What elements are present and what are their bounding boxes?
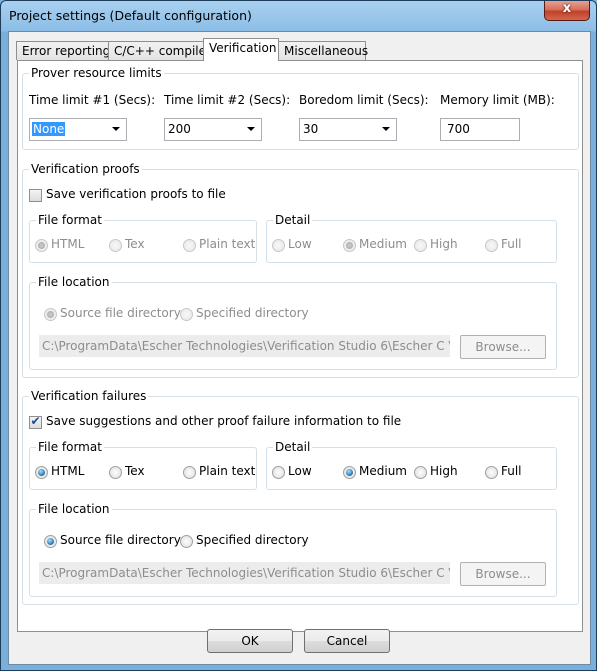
failures-format-plain-radio[interactable] <box>183 466 196 479</box>
ok-button[interactable]: OK <box>207 629 293 653</box>
failures-format-title: File format <box>36 440 104 454</box>
proofs-detail-title: Detail <box>273 213 313 227</box>
proofs-format-plain-radio[interactable] <box>183 239 196 252</box>
proofs-detail-low-label: Low <box>288 237 312 251</box>
time-limit-2-dropdown[interactable]: 200 <box>164 118 262 141</box>
proofs-detail-full-radio[interactable] <box>485 239 498 252</box>
proofs-format-tex-radio[interactable] <box>109 239 122 252</box>
boredom-limit-value: 30 <box>303 122 319 136</box>
verification-failures-group: Verification failures ✔ Save suggestions… <box>22 389 579 605</box>
failures-format-html-radio[interactable] <box>35 466 48 479</box>
prover-group-title: Prover resource limits <box>29 66 164 80</box>
tab-verification[interactable]: Verification <box>203 38 279 61</box>
checkmark-icon: ✔ <box>30 414 41 428</box>
proofs-location-title: File location <box>36 275 112 289</box>
proofs-path-field[interactable]: C:\ProgramData\Escher Technologies\Verif… <box>39 335 450 357</box>
cancel-button[interactable]: Cancel <box>304 629 390 653</box>
memory-limit-label: Memory limit (MB): <box>440 93 555 107</box>
dialog-client-area: Error reporting C/C++ compiler Verificat… <box>8 31 591 665</box>
proofs-detail-medium-label: Medium <box>359 237 407 251</box>
proofs-location-source-radio[interactable] <box>44 308 57 321</box>
verification-proofs-group: Verification proofs Save verification pr… <box>22 162 579 378</box>
window-title: Project settings (Default configuration) <box>9 8 252 23</box>
save-failures-label[interactable]: Save suggestions and other proof failure… <box>46 414 401 428</box>
proofs-file-location-group: File location Source file directory Spec… <box>29 275 557 370</box>
failures-detail-full-label: Full <box>501 464 522 478</box>
proofs-browse-button[interactable]: Browse... <box>460 335 546 359</box>
failures-detail-medium-label: Medium <box>359 464 407 478</box>
proofs-format-tex-label: Tex <box>125 237 145 251</box>
close-icon: x <box>562 1 572 16</box>
failures-format-tex-radio[interactable] <box>109 466 122 479</box>
proofs-location-source-label: Source file directory <box>60 306 181 320</box>
title-bar[interactable]: Project settings (Default configuration)… <box>1 1 596 31</box>
failures-detail-group: Detail Low Medium High Full <box>266 440 557 490</box>
proofs-group-title: Verification proofs <box>29 162 142 176</box>
failures-location-source-radio[interactable] <box>44 535 57 548</box>
time-limit-2-label: Time limit #2 (Secs): <box>164 93 291 107</box>
memory-limit-input[interactable]: 700 <box>440 118 520 141</box>
failures-location-specified-label: Specified directory <box>196 533 309 547</box>
chevron-down-icon <box>112 127 120 131</box>
tab-cpp-compiler[interactable]: C/C++ compiler <box>108 41 211 60</box>
failures-detail-high-label: High <box>430 464 458 478</box>
failures-browse-button[interactable]: Browse... <box>460 562 546 586</box>
failures-file-format-group: File format HTML Tex Plain text <box>29 440 257 490</box>
prover-resource-limits-group: Prover resource limits Time limit #1 (Se… <box>22 66 579 150</box>
proofs-detail-low-radio[interactable] <box>272 239 285 252</box>
time-limit-1-label: Time limit #1 (Secs): <box>29 93 156 107</box>
failures-detail-title: Detail <box>273 440 313 454</box>
proofs-location-specified-label: Specified directory <box>196 306 309 320</box>
save-proofs-checkbox[interactable] <box>29 189 42 202</box>
proofs-detail-group: Detail Low Medium High Full <box>266 213 557 263</box>
proofs-detail-high-radio[interactable] <box>414 239 427 252</box>
proofs-detail-high-label: High <box>430 237 458 251</box>
proofs-location-specified-radio[interactable] <box>180 308 193 321</box>
failures-detail-medium-radio[interactable] <box>343 466 356 479</box>
failures-file-location-group: File location Source file directory Spec… <box>29 502 557 597</box>
proofs-detail-full-label: Full <box>501 237 522 251</box>
chevron-down-icon <box>382 127 390 131</box>
close-button[interactable]: x <box>544 1 590 21</box>
time-limit-2-value: 200 <box>168 122 191 136</box>
save-proofs-label[interactable]: Save verification proofs to file <box>46 187 226 201</box>
failures-format-tex-label: Tex <box>125 464 145 478</box>
failures-location-specified-radio[interactable] <box>180 535 193 548</box>
memory-limit-value: 700 <box>447 122 470 136</box>
boredom-limit-label: Boredom limit (Secs): <box>299 93 429 107</box>
boredom-limit-dropdown[interactable]: 30 <box>299 118 397 141</box>
time-limit-1-value: None <box>32 122 66 136</box>
failures-format-html-label: HTML <box>51 464 85 478</box>
project-settings-dialog: Project settings (Default configuration)… <box>0 0 597 671</box>
failures-detail-low-radio[interactable] <box>272 466 285 479</box>
failures-path-field[interactable]: C:\ProgramData\Escher Technologies\Verif… <box>39 562 450 584</box>
proofs-format-html-label: HTML <box>51 237 85 251</box>
failures-detail-low-label: Low <box>288 464 312 478</box>
time-limit-1-dropdown[interactable]: None <box>29 118 127 141</box>
proofs-format-html-radio[interactable] <box>35 239 48 252</box>
proofs-format-plain-label: Plain text <box>199 237 256 251</box>
tab-error-reporting[interactable]: Error reporting <box>16 41 110 60</box>
proofs-file-format-group: File format HTML Tex Plain text <box>29 213 257 263</box>
verification-tab-panel: Prover resource limits Time limit #1 (Se… <box>17 60 583 632</box>
proofs-detail-medium-radio[interactable] <box>343 239 356 252</box>
failures-detail-high-radio[interactable] <box>414 466 427 479</box>
save-failures-checkbox[interactable]: ✔ <box>29 414 42 429</box>
failures-detail-full-radio[interactable] <box>485 466 498 479</box>
failures-location-title: File location <box>36 502 112 516</box>
proofs-format-title: File format <box>36 213 104 227</box>
failures-format-plain-label: Plain text <box>199 464 256 478</box>
chevron-down-icon <box>247 127 255 131</box>
failures-location-source-label: Source file directory <box>60 533 181 547</box>
failures-group-title: Verification failures <box>29 389 149 403</box>
tab-miscellaneous[interactable]: Miscellaneous <box>278 41 368 60</box>
